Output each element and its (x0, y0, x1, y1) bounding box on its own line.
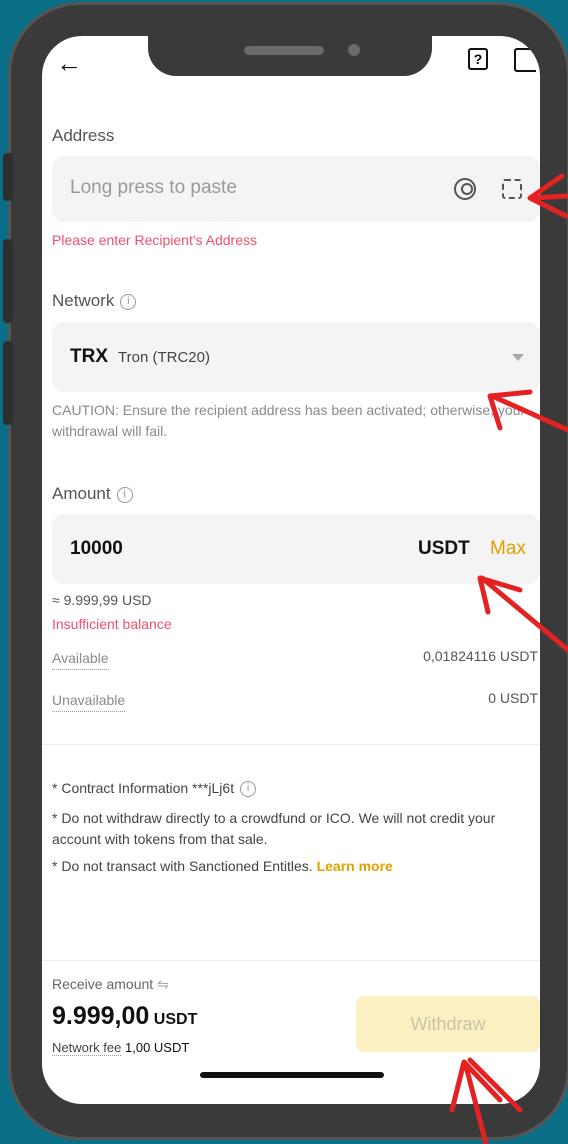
network-fee-value: 1,00 USDT (125, 1040, 190, 1055)
swap-icon[interactable]: ⇋ (157, 976, 169, 992)
amount-error: Insufficient balance (52, 616, 172, 632)
sanctioned-note-text: * Do not transact with Sanctioned Entitl… (52, 858, 313, 874)
address-label: Address (52, 126, 115, 145)
network-label: Network i (52, 291, 137, 311)
learn-more-link[interactable]: Learn more (317, 858, 393, 874)
available-label[interactable]: Available (52, 648, 109, 670)
phone-notch (148, 26, 432, 76)
receive-amount: 9.999,00 USDT (52, 1002, 197, 1031)
address-field[interactable]: Long press to paste (52, 156, 540, 222)
receive-value: 9.999,00 (52, 1002, 150, 1030)
withdraw-button[interactable]: Withdraw (356, 996, 540, 1052)
volume-down-button (3, 341, 13, 425)
history-icon[interactable] (514, 48, 536, 72)
volume-up-button (3, 239, 13, 323)
amount-label: Amount i (52, 484, 133, 504)
network-fee: Network fee 1,00 USDT (52, 1040, 190, 1056)
address-book-icon[interactable] (454, 178, 476, 200)
scan-icon[interactable] (502, 179, 522, 199)
amount-label-text: Amount (52, 484, 111, 503)
front-camera (348, 44, 360, 56)
receive-unit: USDT (153, 1011, 198, 1028)
home-indicator (200, 1072, 384, 1078)
chevron-down-icon[interactable] (512, 354, 524, 361)
unavailable-value: 0 USDT (488, 690, 538, 706)
receive-label-text: Receive amount (52, 976, 154, 992)
amount-value: 10000 (70, 538, 123, 559)
info-icon[interactable]: i (240, 781, 257, 798)
contract-info-text: * Contract Information ***jLj6t (52, 780, 235, 796)
amount-approx: ≈ 9.999,99 USD (52, 592, 152, 608)
unavailable-label[interactable]: Unavailable (52, 690, 126, 712)
address-error: Please enter Recipient's Address (52, 232, 258, 248)
withdraw-screen: ← ? Address Long press to paste Please e… (42, 36, 540, 1104)
amount-currency: USDT (418, 538, 470, 559)
amount-field[interactable]: 10000 USDT Max (52, 514, 540, 584)
network-fee-label[interactable]: Network fee (52, 1040, 122, 1056)
info-icon[interactable]: i (120, 293, 137, 310)
network-symbol: TRX (70, 346, 108, 367)
footer-divider (42, 960, 540, 961)
max-button[interactable]: Max (490, 538, 526, 560)
network-name: Tron (TRC20) (118, 349, 210, 366)
address-placeholder: Long press to paste (70, 177, 237, 198)
network-select[interactable]: TRX Tron (TRC20) (52, 322, 540, 392)
sanctioned-note: * Do not transact with Sanctioned Entitl… (52, 858, 393, 874)
mute-switch (3, 153, 13, 201)
arrow-left-icon[interactable]: ← (56, 48, 82, 79)
available-value: 0,01824116 USDT (423, 648, 538, 664)
receive-amount-label: Receive amount ⇋ (52, 976, 169, 993)
contract-info: * Contract Information ***jLj6t i (52, 780, 257, 798)
crowdfund-note: * Do not withdraw directly to a crowdfun… (52, 810, 496, 847)
info-icon[interactable]: i (116, 486, 133, 503)
section-divider (42, 744, 540, 745)
speaker-grille (244, 46, 324, 55)
help-icon[interactable]: ? (468, 48, 488, 70)
network-label-text: Network (52, 291, 115, 310)
network-caution: CAUTION: Ensure the recipient address ha… (52, 402, 526, 439)
